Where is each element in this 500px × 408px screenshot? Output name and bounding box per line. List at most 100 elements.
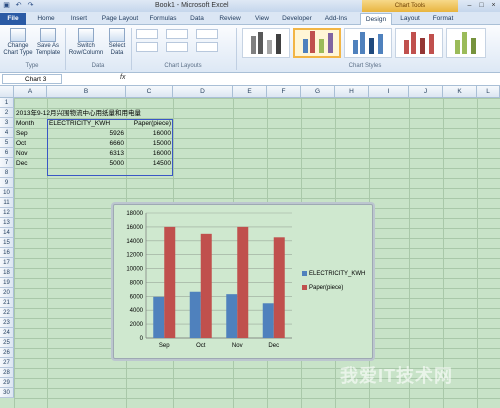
row-header[interactable]: 27 bbox=[0, 358, 14, 368]
chart-layout-4[interactable] bbox=[166, 42, 188, 52]
cell-month[interactable]: Nov bbox=[16, 149, 28, 159]
column-header[interactable]: L bbox=[477, 86, 500, 98]
bar-electricity-nov bbox=[226, 294, 238, 338]
chart-style-1[interactable] bbox=[242, 28, 290, 58]
row-header[interactable]: 6 bbox=[0, 148, 14, 158]
tab-layout[interactable]: Layout bbox=[396, 13, 424, 25]
column-header[interactable]: K bbox=[443, 86, 477, 98]
column-header[interactable]: H bbox=[335, 86, 369, 98]
save-as-template-button[interactable]: Save As Template bbox=[34, 28, 62, 57]
tab-formulas[interactable]: Formulas bbox=[146, 13, 180, 25]
bar-paper-dec bbox=[273, 237, 285, 338]
change-chart-type-button[interactable]: Change Chart Type bbox=[3, 28, 33, 57]
column-header[interactable]: E bbox=[233, 86, 267, 98]
chart-layout-5[interactable] bbox=[196, 29, 218, 39]
ribbon-separator bbox=[236, 28, 237, 70]
row-header[interactable]: 26 bbox=[0, 348, 14, 358]
select-data-button[interactable]: Select Data bbox=[106, 28, 128, 57]
column-header[interactable]: F bbox=[267, 86, 301, 98]
tab-add-ins[interactable]: Add-Ins bbox=[320, 13, 352, 25]
row-header[interactable]: 9 bbox=[0, 178, 14, 188]
row-header[interactable]: 7 bbox=[0, 158, 14, 168]
minimize-icon[interactable]: – bbox=[465, 1, 474, 10]
y-tick-label: 2000 bbox=[130, 322, 144, 328]
row-header[interactable]: 16 bbox=[0, 248, 14, 258]
legend-item-electricity[interactable]: ELECTRICITY_KWH bbox=[302, 271, 365, 277]
chart-style-4[interactable] bbox=[395, 28, 443, 58]
data-range-highlight bbox=[47, 119, 173, 176]
tab-home[interactable]: Home bbox=[32, 13, 60, 25]
x-tick-label: Sep bbox=[159, 343, 170, 349]
column-header[interactable]: A bbox=[14, 86, 47, 98]
tab-data[interactable]: Data bbox=[184, 13, 210, 25]
row-header[interactable]: 18 bbox=[0, 268, 14, 278]
select-all-corner[interactable] bbox=[0, 86, 14, 98]
sheet-title-cell[interactable]: 2013年9-12月兴围物流中心用纸量和用电量 bbox=[16, 109, 141, 119]
column-header[interactable]: B bbox=[47, 86, 126, 98]
legend-item-paper[interactable]: Paper(piece) bbox=[302, 285, 343, 291]
fx-icon[interactable]: fx bbox=[120, 74, 125, 81]
tab-file[interactable]: File bbox=[0, 13, 26, 25]
row-header[interactable]: 21 bbox=[0, 298, 14, 308]
row-header[interactable]: 13 bbox=[0, 218, 14, 228]
chart-layout-2[interactable] bbox=[136, 42, 158, 52]
row-header[interactable]: 29 bbox=[0, 378, 14, 388]
tab-design[interactable]: Design bbox=[360, 13, 392, 25]
save-icon[interactable]: ▣ bbox=[2, 1, 11, 10]
tab-review[interactable]: Review bbox=[214, 13, 246, 25]
row-header[interactable]: 25 bbox=[0, 338, 14, 348]
row-header[interactable]: 11 bbox=[0, 198, 14, 208]
chart-tools-label: Chart Tools bbox=[362, 0, 458, 12]
row-header[interactable]: 22 bbox=[0, 308, 14, 318]
column-header[interactable]: G bbox=[301, 86, 335, 98]
tab-format[interactable]: Format bbox=[428, 13, 458, 25]
tab-insert[interactable]: Insert bbox=[64, 13, 94, 25]
cell-month[interactable]: Sep bbox=[16, 129, 28, 139]
switch-row-column-button[interactable]: Switch Row/Column bbox=[67, 28, 105, 57]
row-header[interactable]: 15 bbox=[0, 238, 14, 248]
cell-month[interactable]: Dec bbox=[16, 159, 28, 169]
name-box[interactable]: Chart 3 bbox=[2, 74, 62, 84]
header-month[interactable]: Month bbox=[16, 119, 34, 129]
tab-page-layout[interactable]: Page Layout bbox=[98, 13, 142, 25]
row-header[interactable]: 24 bbox=[0, 328, 14, 338]
template-icon bbox=[40, 28, 56, 42]
row-header[interactable]: 10 bbox=[0, 188, 14, 198]
row-header[interactable]: 23 bbox=[0, 318, 14, 328]
row-header[interactable]: 3 bbox=[0, 118, 14, 128]
row-header[interactable]: 8 bbox=[0, 168, 14, 178]
chart-layout-1[interactable] bbox=[136, 29, 158, 39]
maximize-icon[interactable]: □ bbox=[477, 1, 486, 10]
column-header[interactable]: I bbox=[369, 86, 409, 98]
group-type-label: Type bbox=[25, 63, 39, 69]
row-header[interactable]: 20 bbox=[0, 288, 14, 298]
row-header[interactable]: 28 bbox=[0, 368, 14, 378]
chart-style-3[interactable] bbox=[344, 28, 392, 58]
row-header[interactable]: 19 bbox=[0, 278, 14, 288]
tab-view[interactable]: View bbox=[250, 13, 274, 25]
column-chart[interactable]: 0 2000 4000 6000 8000 10000 12000 14000 16000 180… bbox=[114, 205, 374, 360]
chart-style-5[interactable] bbox=[446, 28, 486, 58]
row-header[interactable]: 1 bbox=[0, 98, 14, 108]
row-header[interactable]: 12 bbox=[0, 208, 14, 218]
legend-swatch bbox=[302, 271, 307, 276]
redo-icon[interactable]: ↷ bbox=[26, 1, 35, 10]
row-header[interactable]: 2 bbox=[0, 108, 14, 118]
chart-object[interactable]: 0 2000 4000 6000 8000 10000 12000 14000 16000 180… bbox=[113, 204, 373, 359]
row-header[interactable]: 5 bbox=[0, 138, 14, 148]
chart-layout-3[interactable] bbox=[166, 29, 188, 39]
column-header[interactable]: C bbox=[126, 86, 173, 98]
y-tick-label: 16000 bbox=[126, 225, 143, 231]
column-header[interactable]: J bbox=[409, 86, 443, 98]
chart-layout-6[interactable] bbox=[196, 42, 218, 52]
cell-month[interactable]: Oct bbox=[16, 139, 26, 149]
row-header[interactable]: 14 bbox=[0, 228, 14, 238]
chart-style-2-selected[interactable] bbox=[293, 28, 341, 58]
column-header[interactable]: D bbox=[173, 86, 233, 98]
undo-icon[interactable]: ↶ bbox=[14, 1, 23, 10]
row-header[interactable]: 17 bbox=[0, 258, 14, 268]
row-header[interactable]: 30 bbox=[0, 388, 14, 398]
close-icon[interactable]: × bbox=[489, 1, 498, 10]
tab-developer[interactable]: Developer bbox=[278, 13, 316, 25]
row-header[interactable]: 4 bbox=[0, 128, 14, 138]
